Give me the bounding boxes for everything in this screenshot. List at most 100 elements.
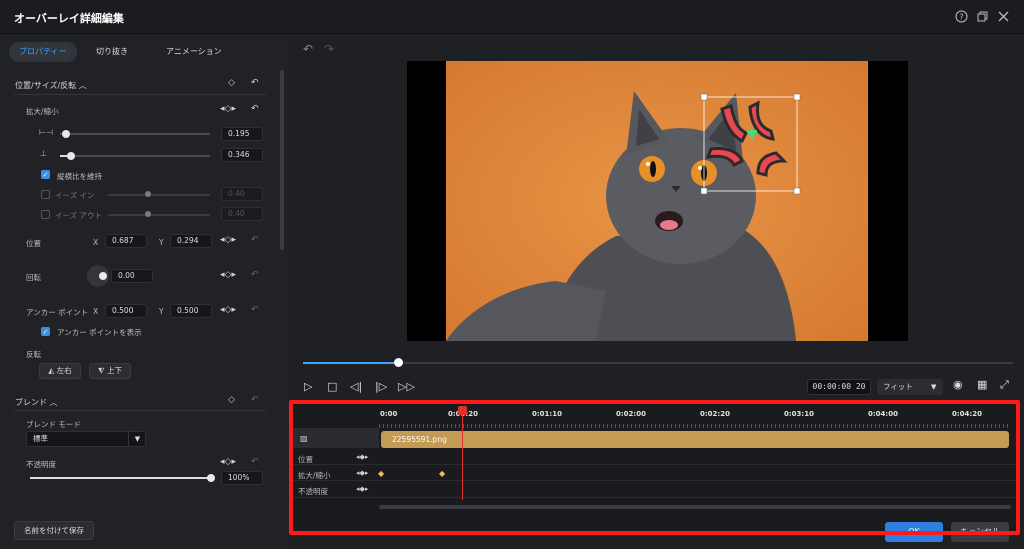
opacity-slider-knob[interactable] [207, 474, 215, 482]
rotate-dial-knob[interactable] [99, 272, 107, 280]
restore-icon[interactable] [976, 10, 989, 23]
flip-vertical-button[interactable]: ⧨ 上下 [89, 363, 131, 379]
stop-icon[interactable]: □ [327, 380, 337, 393]
position-x-field[interactable]: 0.687 [105, 234, 147, 248]
ruler-label: 0:04:20 [952, 410, 982, 418]
ease-out-field[interactable]: 0.40 [221, 207, 263, 221]
blend-mode-label: ブレンド モード [26, 420, 81, 429]
play-icon[interactable]: ▷ [304, 380, 312, 393]
timeline-clip[interactable] [381, 431, 1009, 448]
fullscreen-icon[interactable]: ⤢ [1000, 378, 1009, 392]
height-slider-knob[interactable] [67, 152, 75, 160]
svg-text:?: ? [959, 13, 963, 22]
zoom-select[interactable]: フィット ▼ [877, 379, 943, 395]
ruler-label: 0:03:10 [784, 410, 814, 418]
ok-button[interactable]: OK [885, 522, 943, 542]
clip-name: 22595591.png [392, 435, 447, 444]
keyframe-nav-icon[interactable]: ◂◇▸ [220, 305, 236, 315]
anchor-x-field[interactable]: 0.500 [105, 304, 147, 318]
height-field[interactable]: 0.346 [221, 148, 263, 162]
reset-icon[interactable]: ↶ [251, 78, 259, 88]
keyframe-marker[interactable]: ◆ [378, 469, 384, 478]
divider [14, 94, 266, 95]
keyframe-icon[interactable]: ◇ [228, 78, 235, 88]
tab-animation[interactable]: アニメーション [156, 42, 232, 62]
save-as-button[interactable]: 名前を付けて保存 [14, 521, 94, 540]
cat-illustration [446, 61, 868, 341]
opacity-slider[interactable] [30, 477, 212, 479]
rotate-label: 回転 [26, 273, 41, 282]
rotate-field[interactable]: 0.00 [111, 269, 153, 283]
seek-bar-handle[interactable] [394, 358, 403, 367]
tab-crop[interactable]: 切り抜き [86, 42, 138, 62]
keyframe-nav-icon[interactable]: ◂◆▸ [356, 469, 368, 477]
redo-icon[interactable]: ↷ [324, 42, 334, 56]
flip-v-icon: ⧨ [97, 366, 105, 375]
reset-icon[interactable]: ↶ [251, 395, 259, 405]
keyframe-icon[interactable]: ◇ [228, 395, 235, 405]
divider [293, 497, 1017, 498]
chevron-up-icon: ︿ [78, 81, 87, 90]
tab-properties[interactable]: プロパティー [9, 42, 77, 62]
keyframe-nav-icon[interactable]: ◂◇▸ [220, 104, 236, 114]
width-slider[interactable] [60, 133, 210, 135]
blend-mode-value: 標準 [33, 434, 48, 443]
keyframe-nav-icon[interactable]: ◂◆▸ [356, 453, 368, 461]
reset-icon[interactable]: ↶ [251, 305, 259, 315]
anchor-y-field[interactable]: 0.500 [170, 304, 212, 318]
position-y-field[interactable]: 0.294 [170, 234, 212, 248]
grid-icon[interactable]: ▦ [977, 378, 987, 391]
ease-in-label: イーズ イン [55, 191, 95, 200]
keyframe-nav-icon[interactable]: ◂◇▸ [220, 457, 236, 467]
ease-in-knob[interactable] [145, 191, 151, 197]
keyframe-nav-icon[interactable]: ◂◇▸ [220, 235, 236, 245]
zoom-value: フィット [883, 382, 913, 391]
height-slider[interactable] [60, 155, 210, 157]
ease-in-slider[interactable] [108, 194, 210, 196]
position-y-label: Y [159, 238, 164, 247]
ruler-label: 0:02:00 [616, 410, 646, 418]
keyframe-nav-icon[interactable]: ◂◆▸ [356, 485, 368, 493]
cancel-button[interactable]: キャンセル [951, 522, 1009, 542]
seek-bar[interactable] [303, 362, 1013, 364]
section-title: 位置/サイズ/反転 [15, 81, 77, 90]
ease-in-checkbox[interactable] [41, 190, 50, 199]
reset-icon[interactable]: ↶ [251, 457, 259, 467]
next-frame-icon[interactable]: |▷ [375, 380, 387, 393]
help-icon[interactable]: ? [955, 10, 968, 23]
prev-frame-icon[interactable]: ◁| [350, 380, 362, 393]
ease-out-slider[interactable] [108, 214, 210, 216]
reset-icon[interactable]: ↶ [251, 270, 259, 280]
flip-horizontal-button[interactable]: ◭ 左右 [39, 363, 81, 379]
keep-ratio-checkbox[interactable]: ✓ [41, 170, 50, 179]
show-anchor-checkbox[interactable]: ✓ [41, 327, 50, 336]
undo-icon[interactable]: ↶ [303, 42, 313, 56]
keyframe-nav-icon[interactable]: ◂◇▸ [220, 270, 236, 280]
width-field[interactable]: 0.195 [221, 127, 263, 141]
timecode-display: 00:00:00 20 [807, 379, 871, 395]
eye-icon[interactable]: ◉ [953, 378, 963, 391]
ease-out-knob[interactable] [145, 211, 151, 217]
opacity-field[interactable]: 100% [221, 471, 263, 485]
reset-icon[interactable]: ↶ [251, 235, 259, 245]
timeline-scrollbar[interactable] [379, 505, 1011, 509]
anchor-label: アンカー ポイント [26, 308, 89, 317]
window-title: オーバーレイ詳細編集 [14, 12, 124, 25]
divider [293, 464, 1017, 465]
chevron-down-icon[interactable]: ▼ [128, 431, 146, 447]
playhead-line [462, 414, 463, 500]
section-position-size-flip[interactable]: 位置/サイズ/反転 ︿ [15, 80, 87, 91]
close-icon[interactable] [997, 10, 1010, 23]
fast-forward-icon[interactable]: ▷▷ [398, 380, 415, 393]
width-slider-knob[interactable] [62, 130, 70, 138]
keyframe-marker[interactable]: ◆ [439, 469, 445, 478]
ease-in-field[interactable]: 0.40 [221, 187, 263, 201]
ease-out-checkbox[interactable] [41, 210, 50, 219]
anchor-y-label: Y [159, 307, 164, 316]
position-label: 位置 [26, 239, 41, 248]
reset-icon[interactable]: ↶ [251, 104, 259, 114]
panel-scrollbar[interactable] [280, 70, 284, 250]
section-blend[interactable]: ブレンド ︿ [15, 397, 58, 408]
show-anchor-label: アンカー ポイントを表示 [57, 328, 142, 337]
preview-image [446, 61, 868, 341]
